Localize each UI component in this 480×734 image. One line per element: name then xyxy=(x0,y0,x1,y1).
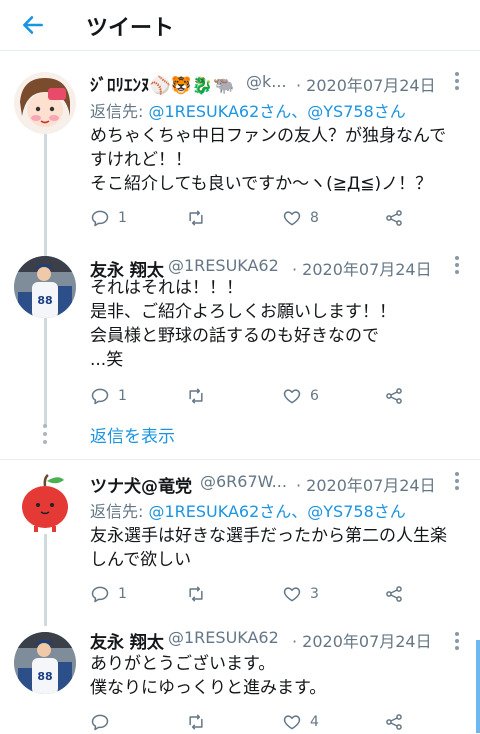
avatar[interactable]: 88 xyxy=(14,632,76,694)
svg-text:88: 88 xyxy=(37,294,52,307)
share-icon xyxy=(386,388,402,404)
heart-icon xyxy=(283,587,301,602)
author-handle[interactable]: @6R67W... xyxy=(200,472,287,491)
scrollbar[interactable] xyxy=(476,640,480,733)
divider xyxy=(0,459,480,460)
like-count: 8 xyxy=(310,210,319,226)
reply-count: 1 xyxy=(118,210,127,226)
more-options-icon[interactable] xyxy=(454,256,460,277)
heart-icon xyxy=(283,715,301,730)
thread-line xyxy=(44,534,47,626)
like-count: 3 xyxy=(310,586,319,602)
like-button[interactable]: 6 xyxy=(282,384,319,408)
thread-dots xyxy=(43,424,47,448)
reply-button[interactable]: 1 xyxy=(90,206,127,230)
like-button[interactable]: 3 xyxy=(282,582,319,606)
reply-to-prefix: 返信先: xyxy=(90,102,149,121)
reply-button[interactable]: 1 xyxy=(90,384,127,408)
page-title: ツイート xyxy=(86,16,175,41)
avatar[interactable] xyxy=(14,72,76,134)
author-handle[interactable]: @k... xyxy=(246,72,287,91)
retweet-icon xyxy=(189,586,203,602)
tweet-date[interactable]: · 2020年07月24日 xyxy=(296,72,436,96)
like-count: 6 xyxy=(310,388,319,404)
author-name[interactable]: ｼﾞﾛﾘｴﾝﾇ⚾🐯🐉🐃 xyxy=(90,71,234,96)
reply-to-users[interactable]: @1RESUKA62さん、@YS758さん xyxy=(148,502,405,521)
reply-to-prefix: 返信先: xyxy=(90,502,149,521)
reply-icon xyxy=(91,210,109,227)
more-options-icon[interactable] xyxy=(454,632,460,653)
retweet-button[interactable] xyxy=(186,206,214,230)
tweet-actions: 1 8 xyxy=(90,206,420,230)
tweet-text: それはそれは！！！ 是非、ご紹介よろしくお願いします！！ 会員様と野球の話するの… xyxy=(90,278,396,370)
share-button[interactable] xyxy=(384,206,404,230)
like-button[interactable]: 4 xyxy=(282,710,319,734)
retweet-icon xyxy=(189,714,203,730)
retweet-button[interactable] xyxy=(186,582,214,606)
more-options-icon[interactable] xyxy=(454,472,460,493)
author-handle[interactable]: @1RESUKA62 xyxy=(168,628,279,647)
reply-button[interactable]: 1 xyxy=(90,582,127,606)
share-icon xyxy=(386,714,402,730)
retweet-button[interactable] xyxy=(186,710,214,734)
tweet-actions: 1 3 xyxy=(90,582,420,606)
share-button[interactable] xyxy=(384,384,404,408)
author-name[interactable]: 友永 翔太 xyxy=(90,628,164,653)
reply-to-line: 返信先: @1RESUKA62さん、@YS758さん xyxy=(90,498,406,522)
retweet-icon xyxy=(189,210,203,226)
like-count: 4 xyxy=(310,714,319,730)
tweet-date[interactable]: · 2020年07月24日 xyxy=(292,628,432,652)
top-app-bar: ツイート xyxy=(0,0,480,51)
avatar[interactable] xyxy=(14,472,76,534)
tweet-text: 友永選手は好きな選手だったから第二の人生楽 しんで欲しい xyxy=(90,526,447,570)
share-button[interactable] xyxy=(384,582,404,606)
reply-count: 1 xyxy=(118,586,127,602)
reply-icon xyxy=(91,586,109,603)
like-button[interactable]: 8 xyxy=(282,206,319,230)
tweet-actions: 4 xyxy=(90,710,420,734)
tweet-date[interactable]: · 2020年07月24日 xyxy=(296,472,436,496)
retweet-button[interactable] xyxy=(186,384,214,408)
reply-icon xyxy=(91,388,109,405)
share-button[interactable] xyxy=(384,710,404,734)
reply-to-line: 返信先: @1RESUKA62さん、@YS758さん xyxy=(90,98,406,122)
share-icon xyxy=(386,586,402,602)
retweet-icon xyxy=(189,388,203,404)
reply-icon xyxy=(91,714,109,731)
reply-button[interactable] xyxy=(90,710,118,734)
back-arrow-icon[interactable] xyxy=(20,12,46,38)
svg-text:88: 88 xyxy=(37,670,52,683)
tweet-actions: 1 6 xyxy=(90,384,420,408)
author-handle[interactable]: @1RESUKA62 xyxy=(168,256,279,275)
show-replies-link[interactable]: 返信を表示 xyxy=(90,422,175,447)
share-icon xyxy=(386,210,402,226)
avatar[interactable]: 88 xyxy=(14,256,76,318)
tweet-text: めちゃくちゃ中日ファンの友人？が独身なんで すけれど！！ そこ紹介しても良いです… xyxy=(90,126,447,194)
reply-to-users[interactable]: @1RESUKA62さん、@YS758さん xyxy=(148,102,405,121)
reply-count: 1 xyxy=(118,388,127,404)
heart-icon xyxy=(283,211,301,226)
heart-icon xyxy=(283,389,301,404)
more-options-icon[interactable] xyxy=(454,72,460,93)
tweet-text: ありがとうございます。 僕なりにゆっくりと進みます。 xyxy=(90,654,327,698)
author-name[interactable]: ツナ犬@竜党 xyxy=(90,472,192,497)
